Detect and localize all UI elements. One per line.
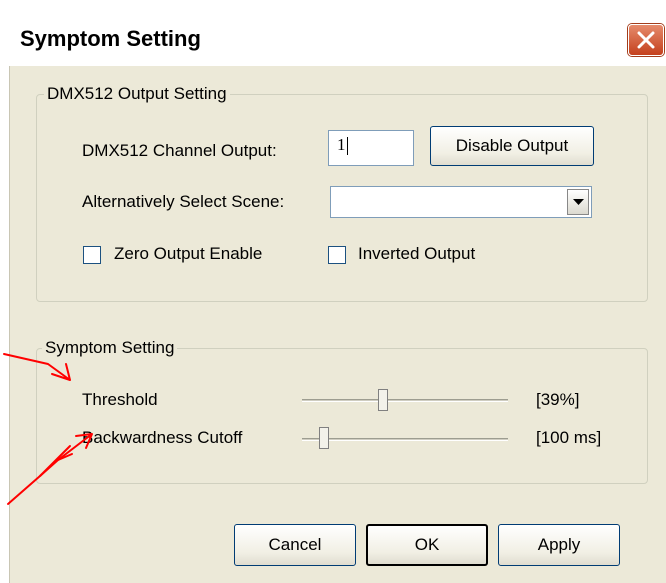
annotation-arrow-threshold (3, 353, 71, 381)
cancel-button[interactable]: Cancel (234, 524, 356, 566)
disable-output-button[interactable]: Disable Output (430, 126, 594, 166)
dmx-output-group-label: DMX512 Output Setting (44, 84, 230, 104)
backwardness-cutoff-value: [100 ms] (536, 428, 602, 447)
backwardness-cutoff-slider-track[interactable] (302, 438, 508, 441)
inverted-output-label[interactable]: Inverted Output (358, 244, 475, 264)
select-scene-label: Alternatively Select Scene: (82, 192, 285, 211)
text-caret (346, 137, 348, 156)
inverted-output-checkbox[interactable] (328, 246, 346, 264)
threshold-slider-thumb[interactable] (378, 389, 388, 411)
dialog-title: Symptom Setting (20, 26, 201, 51)
threshold-slider-track[interactable] (302, 399, 508, 402)
chevron-down-icon (573, 199, 584, 205)
annotation-arrow-cutoff (7, 433, 93, 505)
apply-button[interactable]: Apply (498, 524, 620, 566)
ok-button[interactable]: OK (366, 524, 488, 566)
channel-output-value: 1 (337, 135, 346, 154)
zero-output-checkbox[interactable] (83, 246, 101, 264)
title-bar[interactable]: Symptom Setting (0, 0, 666, 66)
symptom-setting-groupbox (36, 348, 648, 484)
select-scene-dropdown[interactable] (330, 186, 592, 218)
dropdown-arrow-button[interactable] (567, 189, 589, 215)
threshold-value: [39%] (536, 390, 580, 409)
annotation-arrows (3, 353, 93, 505)
zero-output-label[interactable]: Zero Output Enable (114, 244, 262, 264)
symptom-setting-dialog: Symptom Setting DMX512 Output Setting DM… (0, 0, 666, 583)
close-icon (637, 31, 655, 49)
channel-output-label: DMX512 Channel Output: (82, 141, 277, 160)
annotation-arrow-cutoff-second (39, 445, 73, 477)
close-button[interactable] (628, 24, 664, 56)
channel-output-input[interactable]: 1 (328, 130, 414, 166)
backwardness-cutoff-slider-thumb[interactable] (319, 427, 329, 449)
dialog-client-area: DMX512 Output Setting DMX512 Channel Out… (3, 66, 666, 583)
